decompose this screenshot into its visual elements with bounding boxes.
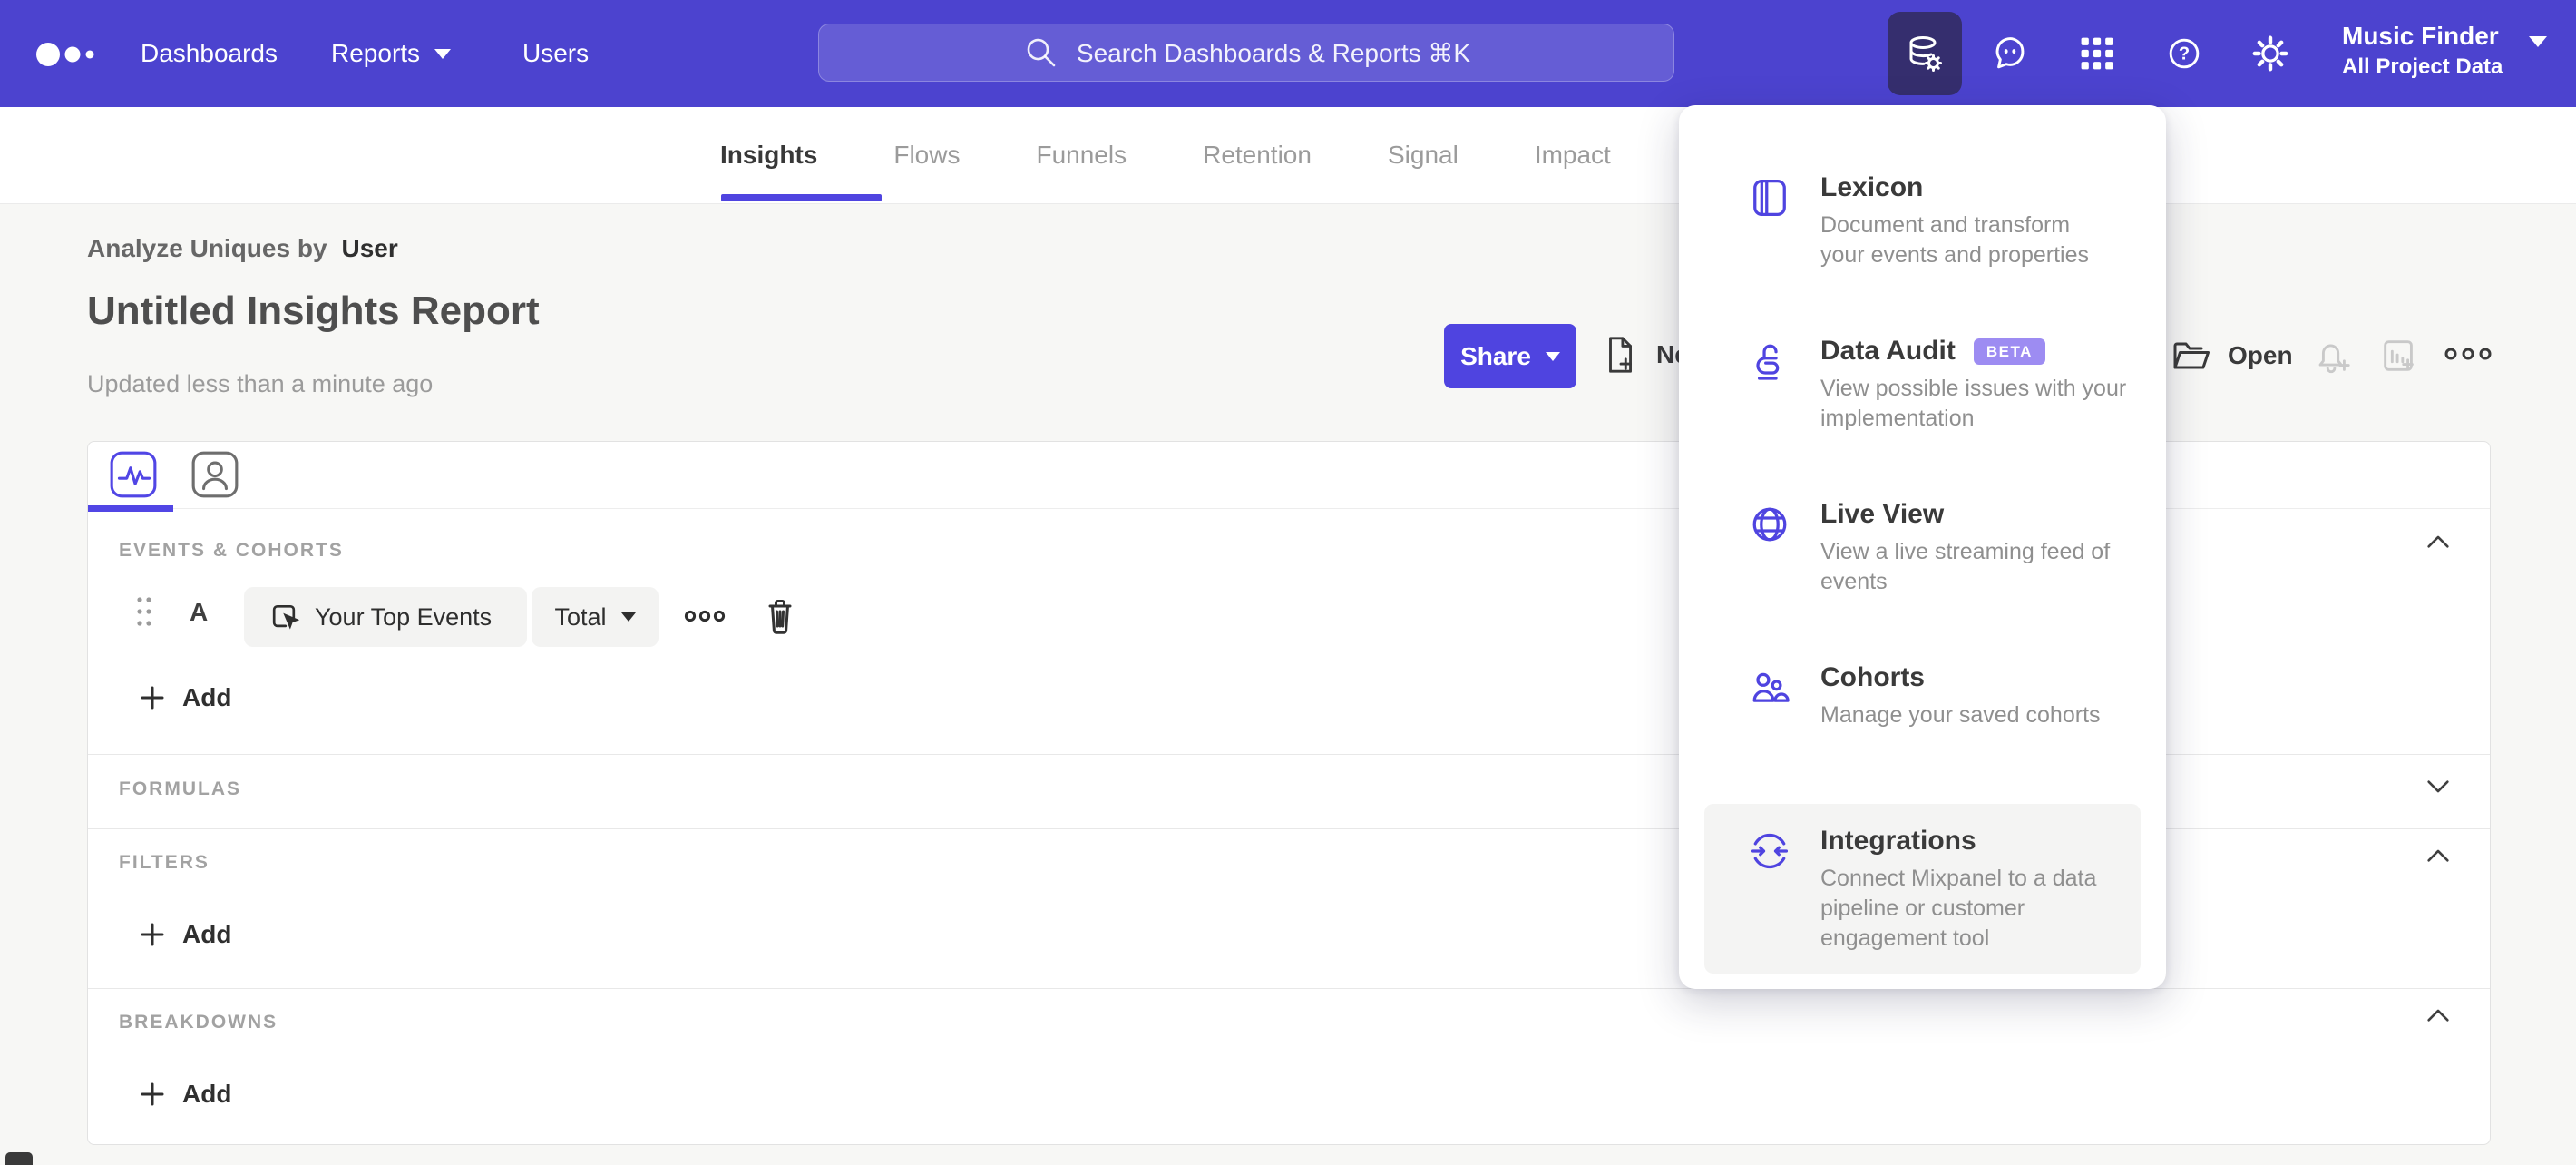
analyze-label: Analyze Uniques by — [87, 234, 327, 262]
settings-button[interactable] — [2233, 12, 2308, 95]
chevron-down-icon — [434, 48, 452, 59]
help-button[interactable]: ? — [2147, 12, 2221, 95]
tab-impact[interactable]: Impact — [1535, 141, 1611, 170]
metrics-tab-button[interactable] — [108, 449, 159, 500]
collapse-events-button[interactable] — [2421, 525, 2455, 560]
event-name: Your Top Events — [315, 602, 493, 631]
data-audit-icon — [1746, 338, 1793, 385]
tab-insights[interactable]: Insights — [720, 141, 817, 170]
gear-icon — [2249, 33, 2291, 74]
search-icon — [1022, 34, 1060, 72]
chevron-down-icon — [620, 612, 636, 622]
bottom-left-cutoff-element — [5, 1152, 33, 1165]
add-chart-plus-button[interactable] — [2378, 335, 2420, 377]
analyze-breadcrumb: Analyze Uniques by User — [87, 234, 398, 263]
menu-item-cohorts[interactable]: Cohorts Manage your saved cohorts — [1704, 641, 2141, 750]
nav-users[interactable]: Users — [522, 0, 589, 107]
metric-selector-chip[interactable]: Total — [532, 587, 659, 647]
pulse-chart-icon — [108, 449, 159, 500]
plus-icon — [139, 684, 166, 711]
alert-bell-plus-button[interactable] — [2311, 335, 2353, 377]
beta-badge: BETA — [1973, 338, 2045, 365]
search-input[interactable]: Search Dashboards & Reports ⌘K — [818, 24, 1674, 82]
grid-icon — [2077, 34, 2117, 73]
live-view-icon — [1746, 501, 1793, 548]
database-gear-icon — [1903, 32, 1947, 75]
project-name: Music Finder — [2342, 22, 2499, 50]
share-button[interactable]: Share — [1444, 324, 1576, 388]
updated-timestamp: Updated less than a minute ago — [87, 370, 434, 397]
top-navbar: Dashboards Reports Users Search Dashboar… — [0, 0, 2576, 107]
trash-icon — [758, 592, 802, 640]
tab-flows[interactable]: Flows — [893, 141, 960, 170]
nav-reports[interactable]: Reports — [331, 0, 452, 107]
profiles-tab-button[interactable] — [190, 449, 240, 500]
analyze-value-dropdown[interactable]: User — [342, 234, 398, 263]
chevron-down-icon — [1545, 351, 1560, 361]
section-label-filters: FILTERS — [119, 852, 210, 873]
data-management-button[interactable] — [1888, 12, 1962, 95]
tab-funnels[interactable]: Funnels — [1036, 141, 1127, 170]
plus-icon — [139, 1081, 166, 1108]
help-circle-icon: ? — [2163, 33, 2205, 74]
apps-grid-button[interactable] — [2060, 12, 2134, 95]
page-title[interactable]: Untitled Insights Report — [87, 289, 540, 334]
delete-event-button[interactable] — [758, 592, 802, 640]
menu-item-lexicon[interactable]: Lexicon Document and transform your even… — [1704, 151, 2141, 290]
mixpanel-logo-icon[interactable] — [36, 42, 100, 67]
open-report-button[interactable]: Open — [2170, 334, 2293, 377]
series-letter: A — [190, 598, 209, 626]
add-breakdown-button[interactable]: Add — [139, 1080, 231, 1109]
data-management-menu: Lexicon Document and transform your even… — [1679, 105, 2166, 989]
project-selector[interactable]: Music Finder All Project Data — [2342, 20, 2503, 82]
integrations-icon — [1746, 827, 1793, 875]
cohorts-icon — [1746, 664, 1793, 711]
drag-handle[interactable] — [135, 594, 153, 629]
metric-value: Total — [554, 602, 607, 631]
expand-formulas-button[interactable] — [2421, 769, 2455, 803]
chat-bubble-icon — [1989, 33, 2031, 74]
event-cursor-icon — [268, 601, 300, 633]
mixpanel-app: Dashboards Reports Users Search Dashboar… — [0, 0, 2576, 1165]
document-plus-icon — [1600, 334, 1642, 376]
section-label-events: EVENTS & COHORTS — [119, 540, 344, 561]
event-selector-chip[interactable]: Your Top Events — [244, 587, 527, 647]
person-card-icon — [190, 449, 240, 500]
collapse-filters-button[interactable] — [2421, 839, 2455, 874]
collapse-breakdowns-button[interactable] — [2421, 999, 2455, 1033]
nav-dashboards[interactable]: Dashboards — [141, 0, 278, 107]
ellipsis-icon — [2444, 346, 2493, 362]
active-tab-underline — [721, 194, 882, 201]
tab-retention[interactable]: Retention — [1203, 141, 1312, 170]
tab-signal[interactable]: Signal — [1388, 141, 1459, 170]
plus-icon — [139, 921, 166, 948]
lexicon-icon — [1746, 174, 1793, 221]
section-label-formulas: FORMULAS — [119, 778, 241, 799]
menu-item-data-audit[interactable]: Data Audit BETA View possible issues wit… — [1704, 314, 2141, 454]
add-event-button[interactable]: Add — [139, 683, 231, 712]
feedback-button[interactable] — [1973, 12, 2047, 95]
active-builder-tab-underline — [88, 505, 173, 512]
project-caret-icon[interactable] — [2529, 36, 2547, 64]
menu-item-live-view[interactable]: Live View View a live streaming feed of … — [1704, 477, 2141, 617]
report-tabs: Insights Flows Funnels Retention Signal … — [0, 107, 2576, 204]
add-filter-button[interactable]: Add — [139, 920, 231, 949]
svg-text:?: ? — [2179, 44, 2190, 64]
event-more-button[interactable] — [684, 609, 726, 623]
menu-item-integrations[interactable]: Integrations Connect Mixpanel to a data … — [1704, 804, 2141, 974]
project-scope: All Project Data — [2342, 54, 2503, 79]
section-label-breakdowns: BREAKDOWNS — [119, 1012, 278, 1033]
folder-open-icon — [2170, 334, 2213, 377]
search-placeholder: Search Dashboards & Reports ⌘K — [1076, 38, 1471, 67]
report-more-button[interactable] — [2444, 346, 2493, 362]
